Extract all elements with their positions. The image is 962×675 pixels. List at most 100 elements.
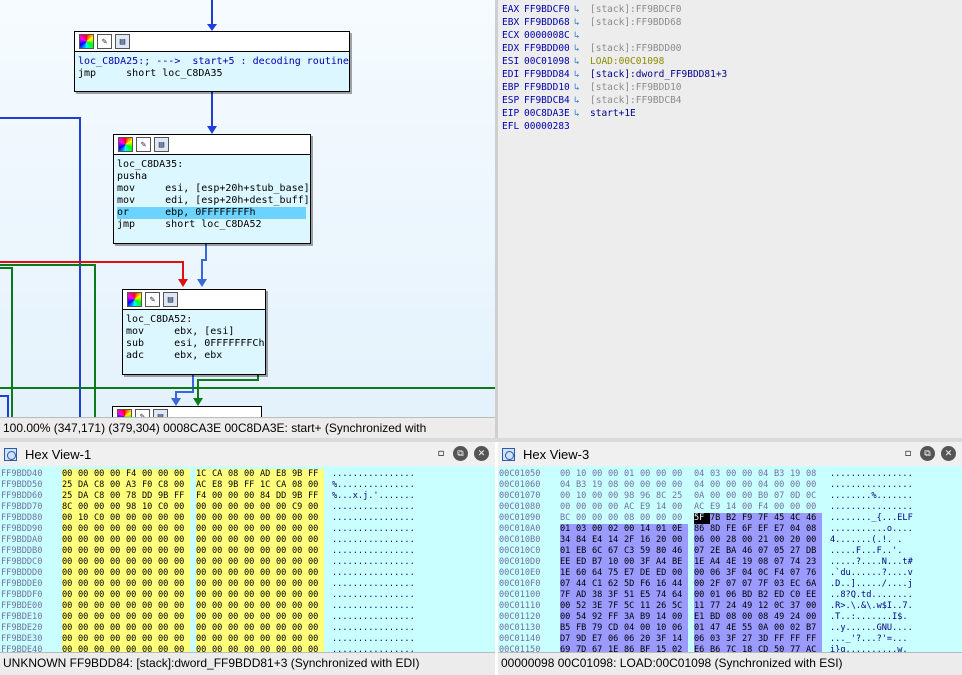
- hex-byte[interactable]: A4: [710, 557, 726, 568]
- hex-byte[interactable]: 00: [260, 568, 276, 579]
- hex-byte[interactable]: 55: [742, 623, 758, 634]
- register-row-ecx[interactable]: ECX 0000008C ↳: [498, 29, 962, 42]
- hex-bytes[interactable]: 00 00 00 00 00 00 00 00 00 00 00 00 00 00 00 00: [62, 590, 324, 601]
- hex-byte[interactable]: 9D: [576, 634, 592, 645]
- hex-byte[interactable]: 00: [78, 535, 94, 546]
- hex-byte[interactable]: 16: [640, 535, 656, 546]
- hex-byte[interactable]: 10: [656, 623, 672, 634]
- hex-byte[interactable]: AD: [260, 469, 276, 480]
- hex-byte[interactable]: 00: [672, 612, 688, 623]
- register-value[interactable]: 00C8DA3E: [524, 107, 574, 120]
- hex-byte[interactable]: 9B: [292, 491, 308, 502]
- hex-byte[interactable]: 00: [640, 469, 656, 480]
- hex-byte[interactable]: 00: [576, 502, 592, 513]
- hex-byte[interactable]: EF: [758, 524, 774, 535]
- hex-byte[interactable]: C0: [158, 502, 174, 513]
- hex-byte[interactable]: 00: [308, 590, 324, 601]
- hex-byte[interactable]: 00: [308, 645, 324, 652]
- hex-byte[interactable]: 1E: [608, 645, 624, 652]
- jump-arrow-icon[interactable]: ↳: [574, 42, 590, 55]
- register-row-eax[interactable]: EAX FF9BDCF0 ↳ [stack]:FF9BDCF0: [498, 3, 962, 16]
- hex-byte[interactable]: ED: [576, 557, 592, 568]
- hex-byte[interactable]: 00: [142, 579, 158, 590]
- hex-bytes[interactable]: 00 10 00 00 01 00 00 00 04 03 00 00 04 B3 19 08: [560, 469, 822, 480]
- hex-byte[interactable]: AC: [196, 480, 212, 491]
- hex-byte[interactable]: C0: [94, 513, 110, 524]
- hex-byte[interactable]: 00: [94, 601, 110, 612]
- hex-byte[interactable]: DA: [78, 491, 94, 502]
- hex-byte[interactable]: C3: [624, 546, 640, 557]
- hex-byte[interactable]: 84: [576, 535, 592, 546]
- hex-byte[interactable]: 24: [726, 601, 742, 612]
- hex-byte[interactable]: 3E: [592, 601, 608, 612]
- hex-bytes[interactable]: 07 44 C1 62 5D F6 16 44 00 2F 07 07 7F 03 EC 6A: [560, 579, 822, 590]
- hex-byte[interactable]: 02: [790, 623, 806, 634]
- hex-byte[interactable]: 00: [78, 546, 94, 557]
- hex-byte[interactable]: 00: [640, 513, 656, 524]
- hex-byte[interactable]: 00: [790, 502, 806, 513]
- register-row-esp[interactable]: ESP FF9BDCB4 ↳ [stack]:FF9BDCB4: [498, 94, 962, 107]
- hex-row[interactable]: 00C01140 D7 9D E7 06 06 20 3F 14 06 03 3F 27 3D FF FF FF…: [498, 634, 962, 645]
- hex-byte[interactable]: 04: [694, 469, 710, 480]
- hex-byte[interactable]: 00: [142, 601, 158, 612]
- hex-byte[interactable]: 3F: [608, 590, 624, 601]
- hex-byte[interactable]: 00: [592, 524, 608, 535]
- hex-byte[interactable]: 6A: [806, 579, 822, 590]
- hex-byte[interactable]: 00: [62, 601, 78, 612]
- hex-byte[interactable]: 00: [126, 535, 142, 546]
- hex-byte[interactable]: 46: [742, 546, 758, 557]
- hex-byte[interactable]: C0: [790, 590, 806, 601]
- jump-arrow-icon[interactable]: ↳: [574, 55, 590, 68]
- hex-byte[interactable]: 0D: [790, 491, 806, 502]
- hex-byte[interactable]: 00: [196, 612, 212, 623]
- hex-byte[interactable]: 24: [790, 612, 806, 623]
- hex-byte[interactable]: 00: [244, 513, 260, 524]
- hex-byte[interactable]: 00: [560, 601, 576, 612]
- hex-byte[interactable]: 03: [774, 579, 790, 590]
- hex-byte[interactable]: 5C: [672, 601, 688, 612]
- hex-byte[interactable]: 00: [174, 480, 190, 491]
- hex-byte[interactable]: 6C: [592, 546, 608, 557]
- hex-byte[interactable]: 12: [758, 601, 774, 612]
- hex-bytes[interactable]: 00 00 00 00 00 00 00 00 00 00 00 00 00 00 00 00: [62, 645, 324, 652]
- hex-byte[interactable]: 0A: [758, 623, 774, 634]
- hex-byte[interactable]: 00: [212, 623, 228, 634]
- hex-byte[interactable]: CA: [276, 480, 292, 491]
- hex-byte[interactable]: 15: [656, 645, 672, 652]
- hex-byte[interactable]: 38: [592, 590, 608, 601]
- hex-byte[interactable]: 86: [624, 645, 640, 652]
- hex-byte[interactable]: 9B: [292, 469, 308, 480]
- hex-bytes[interactable]: BC 00 00 00 08 00 00 00 5F 7B B2 F9 7F 45 4C 46: [560, 513, 822, 524]
- hex-byte[interactable]: 64: [672, 590, 688, 601]
- hex-byte[interactable]: 8C: [656, 491, 672, 502]
- hex-byte[interactable]: 00: [726, 491, 742, 502]
- register-value[interactable]: FF9BDCB4: [524, 94, 574, 107]
- hex-byte[interactable]: 92: [592, 612, 608, 623]
- hex-byte[interactable]: 00: [244, 623, 260, 634]
- asm-line[interactable]: sub esi, 0FFFFFFFCh: [126, 338, 264, 350]
- hex-byte[interactable]: FF: [308, 491, 324, 502]
- hex-byte[interactable]: F4: [196, 491, 212, 502]
- hex-byte[interactable]: 00: [806, 502, 822, 513]
- hex-byte[interactable]: 00: [126, 612, 142, 623]
- hex-row[interactable]: FF9BDDE0 00 00 00 00 00 00 00 00 00 00 00 00 00 00 00 00…: [0, 579, 495, 590]
- hex-byte[interactable]: 00: [126, 546, 142, 557]
- hex-byte[interactable]: 7B: [710, 513, 726, 524]
- hex-byte[interactable]: FF: [608, 612, 624, 623]
- hex-byte[interactable]: 00: [244, 535, 260, 546]
- hex-byte[interactable]: 00: [174, 590, 190, 601]
- hex-byte[interactable]: 44: [672, 579, 688, 590]
- hex-byte[interactable]: 00: [196, 579, 212, 590]
- hex-byte[interactable]: 00: [174, 623, 190, 634]
- hex-byte[interactable]: 00: [308, 612, 324, 623]
- hex-byte[interactable]: 00: [308, 513, 324, 524]
- hex-byte[interactable]: 00: [62, 612, 78, 623]
- hex-byte[interactable]: 11: [640, 601, 656, 612]
- hex-bytes[interactable]: 00 00 00 00 00 00 00 00 00 00 00 00 00 00 00 00: [62, 612, 324, 623]
- hex-byte[interactable]: F4: [758, 502, 774, 513]
- hex-byte[interactable]: 0C: [774, 601, 790, 612]
- hex-byte[interactable]: 00: [62, 469, 78, 480]
- hex-byte[interactable]: 00: [196, 513, 212, 524]
- hex-byte[interactable]: 5F: [694, 513, 710, 524]
- hex-row[interactable]: FF9BDE30 00 00 00 00 00 00 00 00 00 00 00 00 00 00 00 00…: [0, 634, 495, 645]
